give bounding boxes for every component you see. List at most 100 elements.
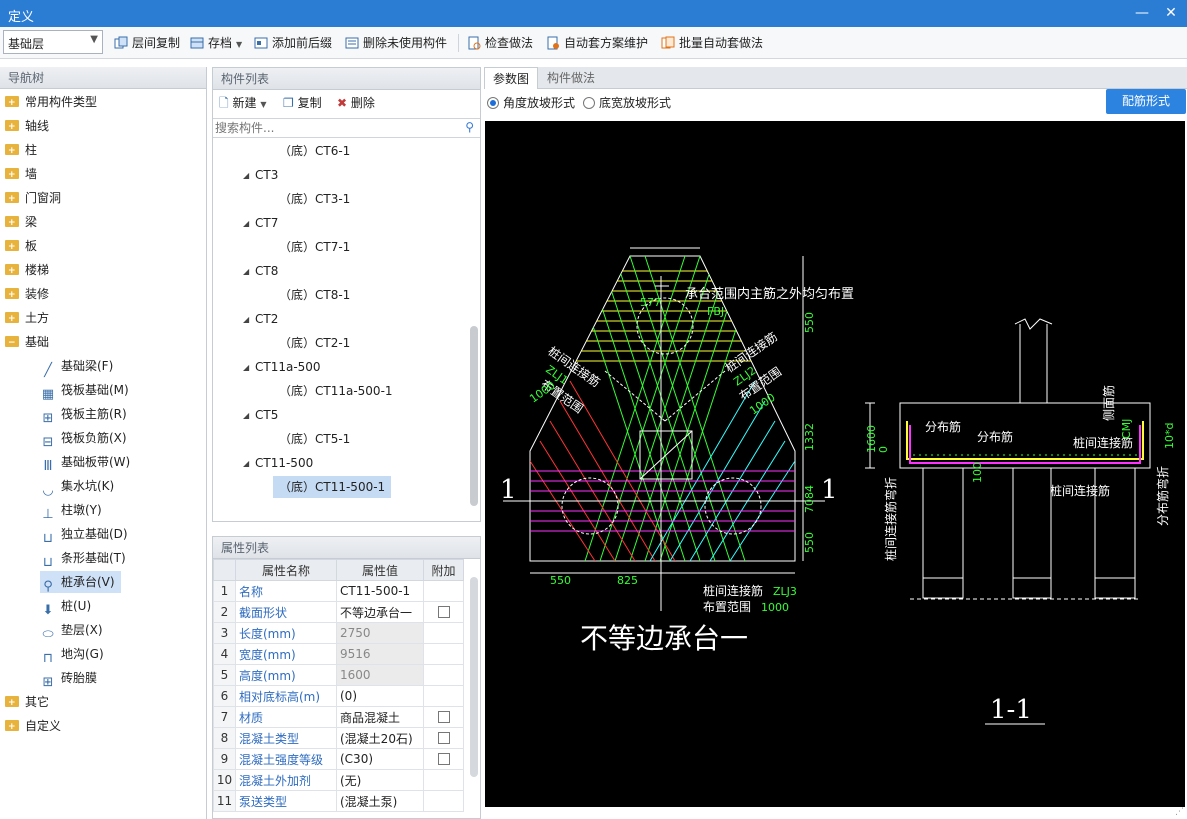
- property-value[interactable]: 1600: [336, 664, 424, 686]
- layer-copy-button[interactable]: 层间复制: [114, 31, 180, 55]
- component-list-scrollbar[interactable]: [470, 326, 478, 506]
- nav-sub-item[interactable]: ⚲ 桩承台(V): [40, 571, 121, 594]
- nav-sub-item[interactable]: ⊞ 筏板主筋(R): [40, 403, 127, 426]
- component-search-input[interactable]: [213, 119, 453, 137]
- table-row[interactable]: 10 混凝土外加剂 (无): [213, 769, 464, 791]
- add-prefix-suffix-button[interactable]: 添加前后缀: [254, 31, 332, 55]
- expand-triangle-icon[interactable]: ◢: [243, 315, 249, 324]
- tree-group-item[interactable]: CT7: [255, 212, 278, 234]
- radio-width-slope[interactable]: 底宽放坡形式: [583, 94, 671, 111]
- nav-sub-item[interactable]: ⬭ 垫层(X): [40, 619, 102, 642]
- checkbox-icon[interactable]: [437, 606, 450, 618]
- nav-sub-item[interactable]: ⊥ 柱墩(Y): [40, 499, 101, 522]
- expand-triangle-icon[interactable]: ◢: [243, 411, 249, 420]
- nav-sub-item[interactable]: ◡ 集水坑(K): [40, 475, 114, 498]
- nav-folder-item[interactable]: 自定义: [5, 715, 61, 738]
- nav-folder-item[interactable]: 常用构件类型: [5, 91, 97, 114]
- tree-group-item[interactable]: CT11-500: [255, 452, 313, 474]
- tab-param-diagram[interactable]: 参数图: [484, 67, 539, 89]
- table-row[interactable]: 11 泵送类型 (混凝土泵): [213, 790, 464, 812]
- property-value[interactable]: (混凝土20石): [336, 727, 424, 749]
- expand-triangle-icon[interactable]: ◢: [243, 219, 249, 228]
- table-row[interactable]: 5 高度(mm) 1600: [213, 664, 464, 686]
- property-value[interactable]: (混凝土泵): [336, 790, 424, 812]
- table-row[interactable]: 1 名称 CT11-500-1: [213, 580, 464, 602]
- nav-folder-item[interactable]: 墙: [5, 163, 37, 186]
- archive-button[interactable]: 存档 ▼: [190, 31, 242, 55]
- table-row[interactable]: 4 宽度(mm) 9516: [213, 643, 464, 665]
- copy-icon: ❐: [283, 96, 294, 110]
- new-component-button[interactable]: 🗋 新建 ▼: [219, 94, 266, 115]
- minimize-icon[interactable]: —: [1131, 3, 1153, 23]
- table-row[interactable]: 9 混凝土强度等级 (C30): [213, 748, 464, 770]
- tab-component-method[interactable]: 构件做法: [539, 67, 603, 89]
- table-row[interactable]: 2 截面形状 不等边承台一: [213, 601, 464, 623]
- batch-auto-button[interactable]: 批量自动套做法: [661, 31, 763, 55]
- tree-component-item[interactable]: （底）CT11-500-1: [273, 476, 392, 498]
- copy-component-button[interactable]: ❐ 复制: [283, 94, 322, 111]
- property-list-scrollbar[interactable]: [470, 577, 478, 777]
- nav-folder-item[interactable]: 柱: [5, 139, 37, 162]
- nav-sub-item[interactable]: ⊔ 独立基础(D): [40, 523, 128, 546]
- tree-component-item[interactable]: （底）CT11a-500-1: [279, 380, 393, 402]
- table-row[interactable]: 6 相对底标高(m) (0): [213, 685, 464, 707]
- nav-folder-item[interactable]: 其它: [5, 691, 49, 714]
- nav-folder-item[interactable]: 梁: [5, 211, 37, 234]
- auto-scheme-button[interactable]: 自动套方案维护: [546, 31, 648, 55]
- delete-component-button[interactable]: ✖ 删除: [337, 94, 375, 111]
- archive-dropdown-icon[interactable]: ▼: [236, 40, 242, 49]
- tree-group-item[interactable]: CT8: [255, 260, 278, 282]
- tree-component-item[interactable]: （底）CT7-1: [279, 236, 350, 258]
- property-value[interactable]: 商品混凝土: [336, 706, 424, 728]
- close-icon[interactable]: ✕: [1160, 3, 1182, 23]
- nav-folder-item[interactable]: 基础: [5, 331, 49, 354]
- expand-triangle-icon[interactable]: ◢: [243, 171, 249, 180]
- table-row[interactable]: 7 材质 商品混凝土: [213, 706, 464, 728]
- delete-unused-button[interactable]: 删除未使用构件: [345, 31, 447, 55]
- tree-group-item[interactable]: CT11a-500: [255, 356, 321, 378]
- tree-component-item[interactable]: （底）CT5-1: [279, 428, 350, 450]
- property-value[interactable]: (C30): [336, 748, 424, 770]
- nav-sub-item[interactable]: ⊟ 筏板负筋(X): [40, 427, 127, 450]
- table-row[interactable]: 8 混凝土类型 (混凝土20石): [213, 727, 464, 749]
- checkbox-icon[interactable]: [437, 732, 450, 744]
- checkbox-icon[interactable]: [437, 711, 450, 723]
- checkbox-icon[interactable]: [437, 753, 450, 765]
- check-method-button[interactable]: 检查做法: [467, 31, 533, 55]
- tree-component-item[interactable]: （底）CT3-1: [279, 188, 350, 210]
- rebar-form-button[interactable]: 配筋形式: [1106, 89, 1186, 114]
- tree-group-item[interactable]: CT5: [255, 404, 278, 426]
- property-value[interactable]: 2750: [336, 622, 424, 644]
- property-value[interactable]: CT11-500-1: [336, 580, 424, 602]
- property-value[interactable]: (无): [336, 769, 424, 791]
- resize-grip-icon[interactable]: ⋰: [1175, 807, 1187, 819]
- property-value[interactable]: (0): [336, 685, 424, 707]
- nav-sub-item[interactable]: ⬇ 桩(U): [40, 595, 92, 618]
- nav-sub-item[interactable]: ⊞ 砖胎膜: [40, 667, 97, 690]
- nav-sub-item[interactable]: ▦ 筏板基础(M): [40, 379, 129, 402]
- tree-group-item[interactable]: CT2: [255, 308, 278, 330]
- expand-triangle-icon[interactable]: ◢: [243, 363, 249, 372]
- nav-folder-item[interactable]: 板: [5, 235, 37, 258]
- table-row[interactable]: 3 长度(mm) 2750: [213, 622, 464, 644]
- nav-folder-item[interactable]: 装修: [5, 283, 49, 306]
- radio-angle-slope[interactable]: 角度放坡形式: [487, 94, 575, 111]
- property-value[interactable]: 不等边承台一: [336, 601, 424, 623]
- search-icon[interactable]: ⚲: [465, 120, 474, 134]
- tree-component-item[interactable]: （底）CT2-1: [279, 332, 350, 354]
- expand-triangle-icon[interactable]: ◢: [243, 267, 249, 276]
- tree-group-item[interactable]: CT3: [255, 164, 278, 186]
- property-value[interactable]: 9516: [336, 643, 424, 665]
- tree-component-item[interactable]: （底）CT6-1: [279, 140, 350, 162]
- nav-folder-item[interactable]: 门窗洞: [5, 187, 61, 210]
- nav-sub-item[interactable]: ╱ 基础梁(F): [40, 355, 113, 378]
- nav-folder-item[interactable]: 楼梯: [5, 259, 49, 282]
- nav-folder-item[interactable]: 土方: [5, 307, 49, 330]
- nav-sub-item[interactable]: Ⅲ 基础板带(W): [40, 451, 131, 474]
- layer-select[interactable]: 基础层 ▼: [3, 30, 103, 54]
- nav-folder-item[interactable]: 轴线: [5, 115, 49, 138]
- expand-triangle-icon[interactable]: ◢: [243, 459, 249, 468]
- nav-sub-item[interactable]: ⊔ 条形基础(T): [40, 547, 126, 570]
- nav-sub-item[interactable]: ⊓ 地沟(G): [40, 643, 104, 666]
- tree-component-item[interactable]: （底）CT8-1: [279, 284, 350, 306]
